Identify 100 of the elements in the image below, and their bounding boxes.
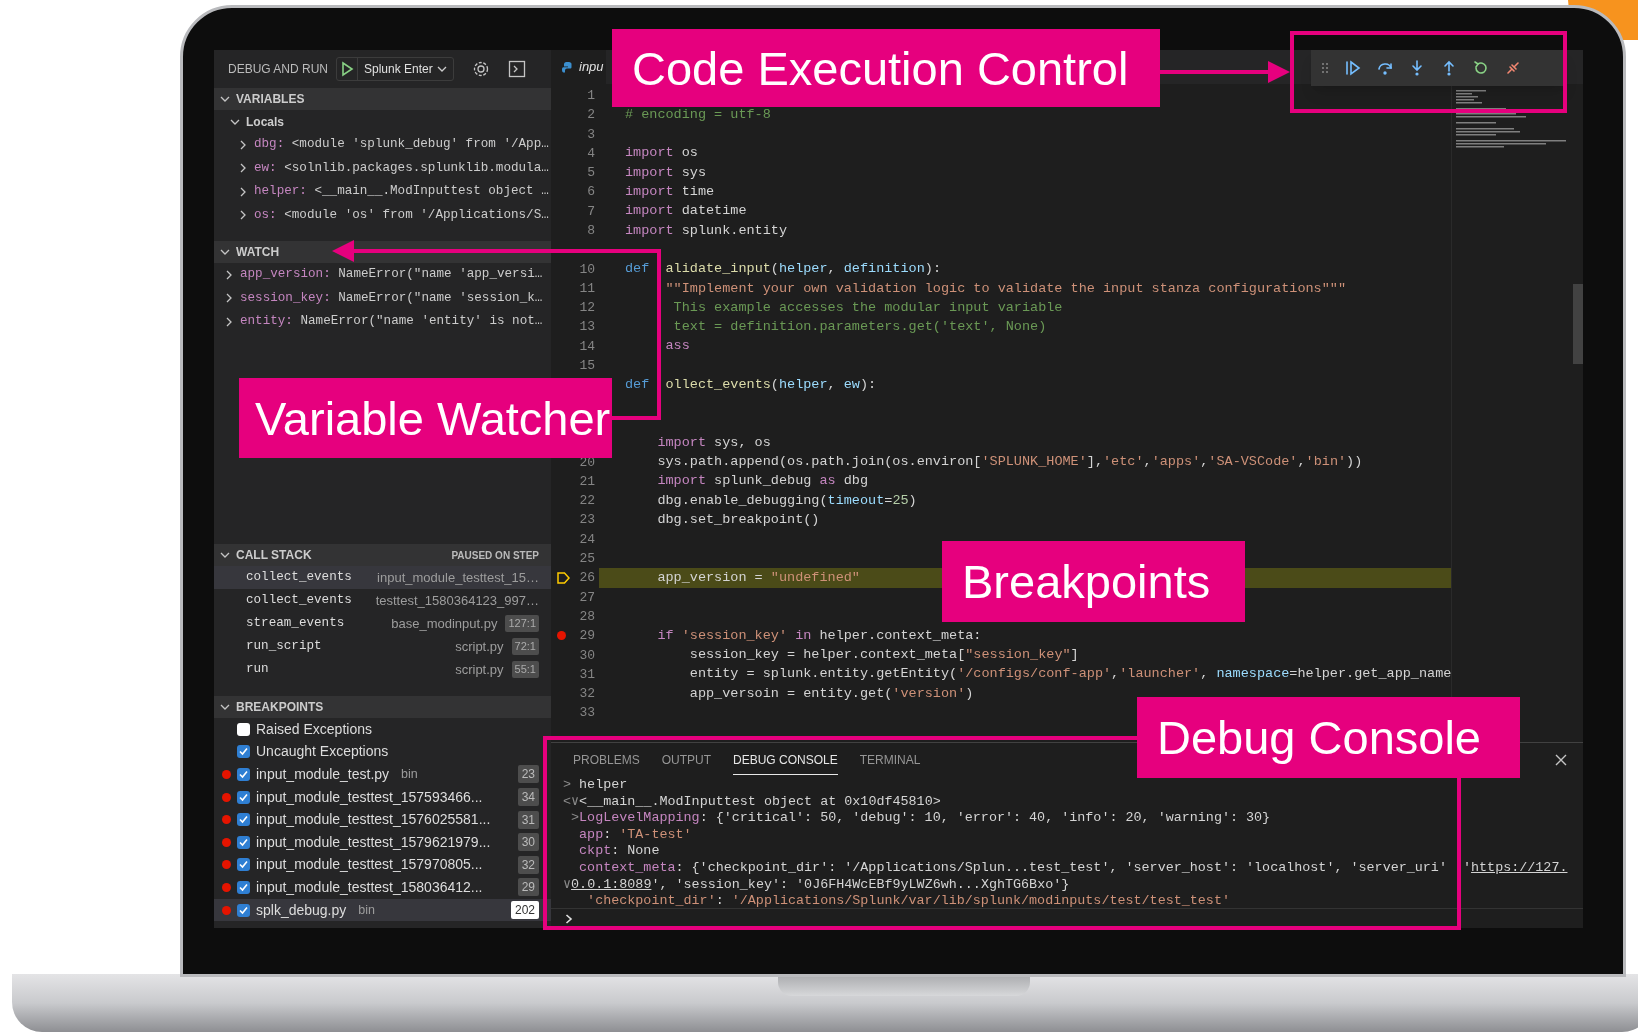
line-badge: 55:1 [511,661,539,678]
console-line: context_meta: {'checkpoint_dir': '/Applications/Splun...test_test', 'server_host': 'localhost', 'server_uri' 'https://127. [578,859,1569,877]
frame-file: base_modinput.py [391,614,498,633]
variable-row[interactable]: session_key: NameError("name 'session_k… [214,286,551,310]
disconnect-icon[interactable] [1505,60,1521,76]
breakpoint-row[interactable]: input_module_testtest_1576025581... 31 [214,808,551,831]
breakpoint-label: input_module_testtest_1579621979... [256,832,491,852]
breakpoint-row[interactable]: input_module_testtest_1579621979... 30 [214,830,551,854]
variable-row[interactable]: ew: <solnlib.packages.splunklib.modula… [214,156,551,180]
line-number: 5 [587,164,595,183]
chevron-down-icon[interactable] [220,550,230,560]
prompt-icon [565,913,573,924]
breakpoint-row[interactable]: Uncaught Exceptions [214,740,551,764]
line-number: 15 [579,357,595,376]
chevron-right-icon[interactable] [238,139,248,150]
breakpoint-row[interactable]: Raised Exceptions [214,718,551,741]
variable-text: app_version: NameError("name 'app_versi… [240,266,543,284]
line-number: 1 [587,86,595,105]
config-dropdown[interactable]: Splunk Enter [336,57,454,81]
code-line: app_versoin = entity.get('version') [688,684,974,703]
checkbox[interactable] [237,722,250,736]
chevron-right-icon[interactable] [238,163,248,174]
settings-icon[interactable] [471,60,490,78]
checkbox[interactable] [237,768,250,781]
grip-icon[interactable] [1321,62,1329,74]
chevron-right-icon[interactable] [224,293,234,304]
breakpoint-label: input_module_testtest_1576025581... [256,810,491,830]
callout-label: Breakpoints [942,541,1245,622]
checkbox[interactable] [237,903,250,917]
step-out-icon[interactable] [1441,60,1457,76]
section-header[interactable]: CALL STACK PAUSED ON STEP [214,544,551,566]
section-header[interactable]: VARIABLES [214,88,551,110]
line-number: 12 [579,299,595,318]
checkbox[interactable] [237,745,250,759]
code-line: text = definition.parameters.get('text', None) [672,318,1047,337]
python-icon [561,60,574,74]
config-name: Splunk Enter [364,61,433,78]
line-number: 33 [579,704,595,723]
panel-tab[interactable]: DEBUG CONSOLE [733,745,838,775]
breakpoint-row[interactable]: input_module_test.py bin 23 [214,763,551,786]
stack-frame[interactable]: run_script script.py 72:1 [214,635,551,658]
variable-text: dbg: <module 'splunk_debug' from '/App… [254,136,549,154]
stack-frame[interactable]: run script.py 55:1 [214,658,551,681]
restart-icon[interactable] [1473,60,1489,76]
code-line: if 'session_key' in helper.context_meta: [656,626,982,645]
variable-row[interactable]: app_version: NameError("name 'app_versi… [214,263,551,287]
checkbox[interactable] [237,813,250,827]
section-title: CALL STACK [236,547,312,564]
code-line: import splunk_debug as dbg [656,472,869,491]
variable-row[interactable]: entity: NameError("name 'entity' is not… [214,310,551,334]
step-over-icon[interactable] [1377,60,1393,76]
variable-row[interactable]: helper: <__main__.ModInputtest object … [214,180,551,204]
section-header[interactable]: BREAKPOINTS [214,696,551,718]
stack-frame[interactable]: collect_events testtest_1580364123_997… [214,589,551,612]
breakpoint-row[interactable]: input_module_testtest_157593466... 34 [214,785,551,809]
chevron-right-icon[interactable] [224,316,234,327]
editor-tab[interactable]: inpu [551,50,606,84]
console-line: ckpt: None [578,843,661,860]
stack-frame[interactable]: stream_events base_modinput.py 127:1 [214,612,551,635]
close-icon[interactable] [1555,754,1568,766]
panel-tab[interactable]: PROBLEMS [573,745,640,775]
checkbox[interactable] [237,790,250,804]
code-line: entity = splunk.entity.getEntity('/configs/conf-app','launcher', namespace=helper.get_app_name [688,665,1452,684]
scope-row[interactable]: Locals [214,110,551,133]
chevron-right-icon[interactable] [238,186,248,197]
chevron-right-icon[interactable] [224,269,234,280]
checkbox[interactable] [237,858,250,872]
variable-text: os: <module 'os' from '/Applications/S… [254,206,549,224]
chevron-right-icon[interactable] [238,210,248,221]
code-line: def ollect_events(helper, ew): [625,376,877,394]
count-badge: 31 [517,810,539,829]
breakpoint-label: input_module_testtest_157970805... [256,855,483,875]
continue-icon[interactable] [1345,60,1361,76]
panel-title: DEBUG AND RUN [228,61,328,78]
frame-name: run_script [246,638,322,656]
checkbox[interactable] [237,835,250,849]
panel-tab[interactable]: TERMINAL [859,745,921,775]
breakpoint-label: input_module_test.py [256,765,390,784]
variable-row[interactable]: dbg: <module 'splunk_debug' from '/App… [214,133,551,157]
breakpoint-row[interactable]: input_module_testtest_158036412... 29 [214,876,551,899]
code-line: sys.path.append(os.path.join(os.environ['SPLUNK_HOME'],'etc','apps','SA-VSCode','bin')) [656,453,1363,472]
checkbox[interactable] [237,880,250,894]
line-number: 2 [587,106,595,125]
step-into-icon[interactable] [1409,60,1425,76]
code-line: import time [625,183,715,201]
section-title: BREAKPOINTS [236,699,324,716]
variable-row[interactable]: os: <module 'os' from '/Applications/S… [214,203,551,227]
breakpoint-label: input_module_testtest_158036412... [256,877,483,897]
stack-frame[interactable]: collect_events input_module_testtest_15… [214,566,551,589]
breakpoint-row[interactable]: splk_debug.py bin 202 [214,898,551,922]
code-line: import sys, os [656,433,771,452]
frame-file: input_module_testtest_15… [377,568,539,587]
terminal-icon[interactable] [507,60,526,78]
panel-tab[interactable]: OUTPUT [661,745,712,775]
breakpoint-row[interactable]: input_module_testtest_157970805... 32 [214,853,551,877]
chevron-down-icon[interactable] [220,702,230,712]
scrollbar-thumb[interactable] [1573,284,1583,364]
chevron-down-icon[interactable] [220,94,230,104]
line-number: 3 [587,125,595,144]
chevron-down-icon[interactable] [220,247,230,257]
